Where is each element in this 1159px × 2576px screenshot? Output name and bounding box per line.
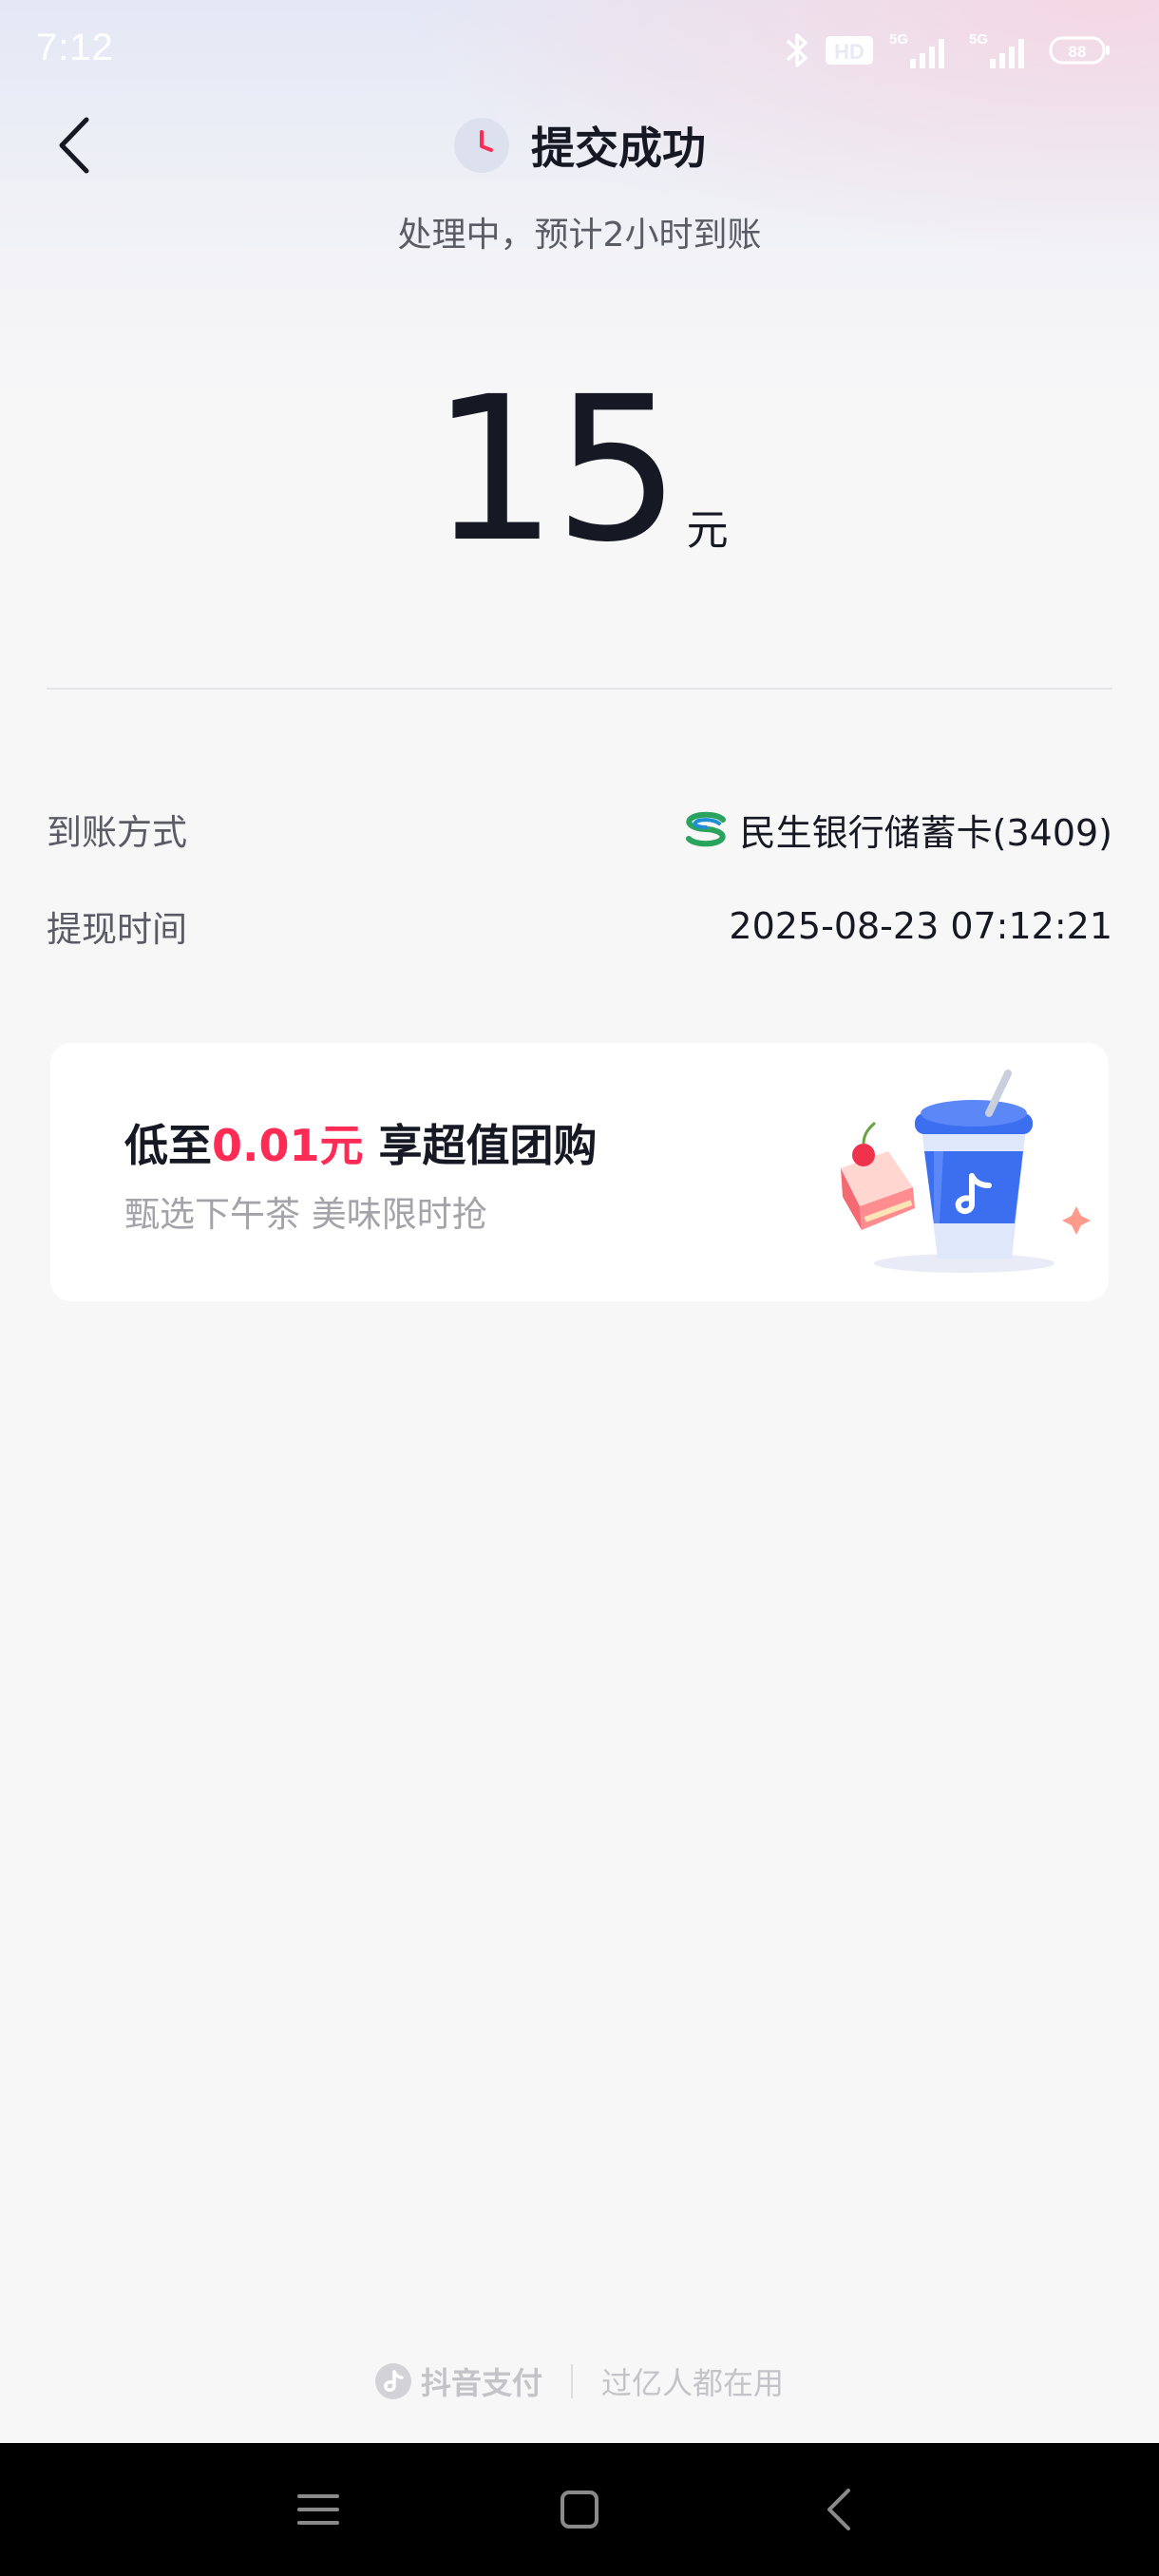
promo-title-prefix: 低至 [124, 1120, 212, 1171]
withdraw-time: 2025-08-23 07:12:21 [729, 905, 1112, 947]
divider [47, 688, 1112, 690]
detail-label: 到账方式 [47, 812, 187, 853]
hd-icon: HD [826, 36, 873, 65]
title-row: 提交成功 [0, 112, 1159, 179]
menu-button[interactable] [290, 2481, 347, 2538]
minsheng-bank-icon [685, 811, 726, 847]
group-buy-promo-card[interactable]: 低至0.01元 享超值团购 甄选下午茶 美味限时抢 [50, 1043, 1109, 1301]
back-triangle-icon [827, 2489, 850, 2530]
system-back-button[interactable] [812, 2481, 869, 2538]
processing-subtitle: 处理中，预计2小时到账 [397, 216, 762, 255]
footer-brand: 抖音支付 [374, 2359, 542, 2403]
detail-value: 民生银行储蓄卡(3409) [681, 804, 1112, 856]
footer: 抖音支付 过亿人都在用 [0, 2358, 1159, 2405]
amount-value: 15 [430, 353, 680, 586]
status-time: 7:12 [36, 27, 114, 68]
home-button[interactable] [551, 2481, 608, 2538]
status-icons: HD 5G 5G 88 [783, 30, 1112, 70]
promo-subtitle: 甄选下午茶 美味限时抢 [124, 1194, 487, 1235]
promo-price: 0.01元 [212, 1120, 364, 1171]
cake-and-drink-cup-illustration [841, 1070, 1091, 1273]
detail-row-method: 到账方式 民生银行储蓄卡(3409) [47, 801, 1112, 858]
promo-title-suffix: 享超值团购 [363, 1120, 598, 1171]
amount-display: 15 元 [0, 353, 1159, 586]
clock-icon [454, 118, 509, 173]
footer-brand-label: 抖音支付 [420, 2365, 542, 2401]
douyin-logo-icon [374, 2363, 411, 2399]
network-1-label: 5G [889, 31, 908, 47]
battery-level: 88 [1069, 43, 1087, 61]
bank-name: 民生银行储蓄卡(3409) [739, 811, 1112, 854]
network-2-label: 5G [969, 31, 988, 47]
footer-divider [571, 2364, 573, 2398]
page-title: 提交成功 [531, 123, 706, 174]
amount-unit: 元 [686, 506, 729, 555]
home-square-icon [560, 2491, 598, 2529]
detail-row-time: 提现时间 2025-08-23 07:12:21 [47, 898, 1112, 955]
status-bar: 7:12 HD 5G 5G 88 [0, 0, 1159, 104]
battery-icon: 88 [1049, 36, 1110, 65]
promo-title: 低至0.01元 享超值团购 [124, 1111, 598, 1174]
signal-icon-1: 5G [889, 31, 944, 68]
signal-icon-2: 5G [969, 31, 1024, 68]
hd-label: HD [834, 40, 864, 64]
footer-slogan: 过亿人都在用 [601, 2365, 785, 2401]
bluetooth-icon [786, 33, 808, 67]
menu-icon [297, 2494, 339, 2525]
system-nav-bar [0, 2443, 1159, 2576]
detail-label: 提现时间 [47, 909, 187, 950]
